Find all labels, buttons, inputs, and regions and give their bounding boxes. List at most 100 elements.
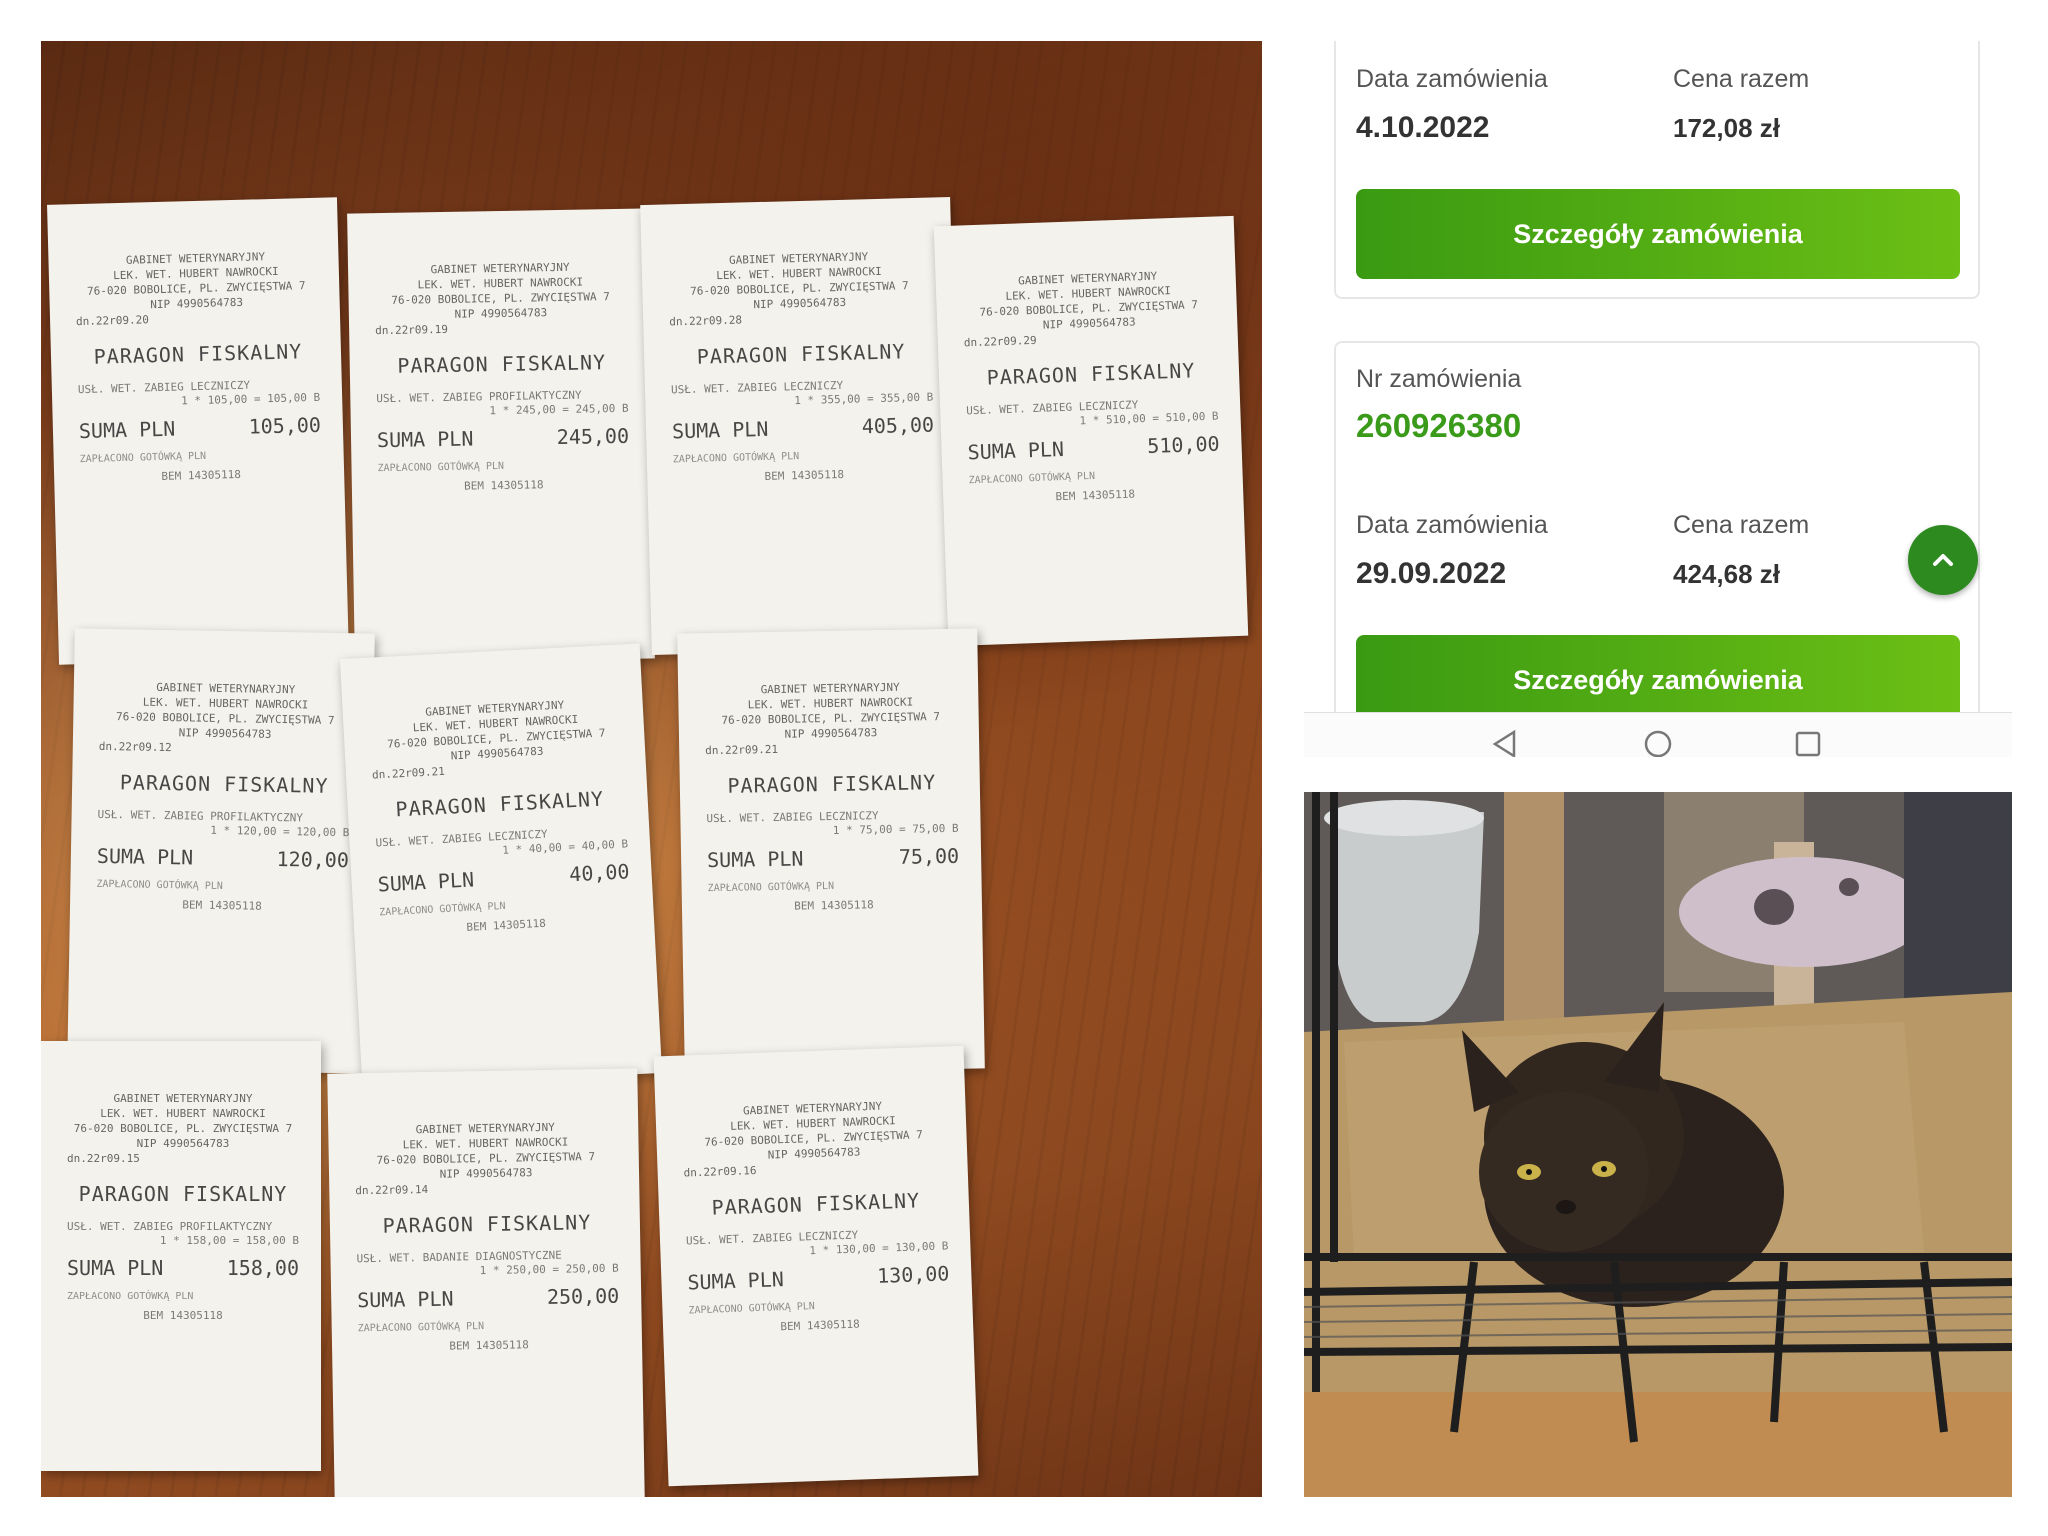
receipts-photo: GABINET WETERYNARYJNY LEK. WET. HUBERT NA…	[41, 41, 1262, 1497]
receipt-lines: USŁ. WET. ZABIEG PROFILAKTYCZNY 1 * 120,0…	[97, 808, 350, 840]
fiscal-receipt: GABINET WETERYNARYJNY LEK. WET. HUBERT NA…	[67, 628, 375, 1074]
fiscal-receipt: GABINET WETERYNARYJNY LEK. WET. HUBERT NA…	[327, 1068, 645, 1497]
fiscal-receipt: GABINET WETERYNARYJNY LEK. WET. HUBERT NA…	[347, 208, 655, 664]
receipt-title: PARAGON FISKALNY	[119, 770, 329, 798]
fiscal-receipt: GABINET WETERYNARYJNY LEK. WET. HUBERT NA…	[677, 628, 985, 1074]
receipt-serial: BEM 14305118	[794, 898, 874, 913]
fiscal-receipt: GABINET WETERYNARYJNY LEK. WET. HUBERT NA…	[653, 1045, 979, 1487]
orders-screen: Data zamówienia 4.10.2022 Cena razem 172…	[1304, 41, 2012, 757]
receipt-sum-label: SUMA PLN	[357, 1286, 454, 1313]
receipt-header: GABINET WETERYNARYJNY LEK. WET. HUBERT NA…	[369, 695, 625, 783]
receipt-paid: ZAPŁACONO GOTÓWKĄ PLN	[96, 878, 223, 893]
receipt-date: dn.22r09.12	[98, 739, 172, 755]
receipt-paid: ZAPŁACONO GOTÓWKĄ PLN	[672, 451, 800, 466]
receipt-sum-value: 75,00	[898, 843, 960, 869]
receipt-vet-name: LEK. WET. HUBERT NAWROCKI	[100, 1107, 266, 1120]
order-number-label: Nr zamówienia	[1356, 365, 1522, 393]
order-date-value: 4.10.2022	[1356, 111, 1490, 144]
receipt-serial: BEM 14305118	[182, 898, 262, 913]
recents-square-icon[interactable]	[1793, 729, 1823, 757]
order-card: Nr zamówienia 260926380 Data zamówienia …	[1334, 341, 1980, 757]
receipt-sum: SUMA PLN 250,00	[357, 1284, 619, 1313]
receipt-sum: SUMA PLN 120,00	[97, 844, 349, 872]
receipt-paid: ZAPŁACONO GOTÓWKĄ PLN	[968, 470, 1096, 487]
receipt-serial: BEM 14305118	[143, 1309, 223, 1322]
order-date-label: Data zamówienia	[1356, 511, 1548, 539]
kitten-photo	[1304, 792, 2012, 1497]
receipt-date: dn.22r09.19	[375, 322, 449, 338]
order-number-value: 260926380	[1356, 407, 1522, 444]
receipt-lines: USŁ. WET. ZABIEG PROFILAKTYCZNY 1 * 158,0…	[67, 1220, 299, 1248]
receipt-calc: 1 * 120,00 = 120,00 B	[210, 823, 350, 840]
receipt-lines: USŁ. WET. ZABIEG LECZNICZY 1 * 355,00 = 3…	[671, 377, 934, 412]
order-price-label: Cena razem	[1673, 65, 1810, 93]
receipt-title: PARAGON FISKALNY	[986, 358, 1196, 390]
receipt-paid: ZAPŁACONO GOTÓWKĄ PLN	[67, 1291, 194, 1302]
receipt-sum: SUMA PLN 40,00	[377, 859, 630, 896]
receipt-sum-value: 130,00	[876, 1261, 950, 1288]
receipt-sum-label: SUMA PLN	[671, 416, 769, 444]
receipt-lines: USŁ. WET. ZABIEG PROFILAKTYCZNY 1 * 245,0…	[376, 388, 628, 420]
receipt-header: GABINET WETERYNARYJNY LEK. WET. HUBERT NA…	[354, 1119, 617, 1199]
order-details-button[interactable]: Szczegóły zamówienia	[1356, 189, 1960, 279]
receipt-address: 76-020 BOBOLICE, PL. ZWYCIĘSTWA 7	[73, 1122, 293, 1135]
back-triangle-icon[interactable]	[1490, 729, 1520, 757]
fiscal-receipt: GABINET WETERYNARYJNY LEK. WET. HUBERT NA…	[47, 197, 349, 665]
receipt-header: GABINET WETERYNARYJNY LEK. WET. HUBERT NA…	[67, 1091, 299, 1166]
receipt-sum: SUMA PLN 75,00	[707, 844, 959, 872]
receipt-paid: ZAPŁACONO GOTÓWKĄ PLN	[79, 450, 207, 466]
receipt-title: PARAGON FISKALNY	[78, 1182, 288, 1206]
receipt-sum-label: SUMA PLN	[78, 416, 176, 444]
receipt-title: PARAGON FISKALNY	[711, 1188, 921, 1220]
receipt-header: GABINET WETERYNARYJNY LEK. WET. HUBERT NA…	[961, 267, 1215, 351]
receipt-lines: USŁ. WET. ZABIEG LECZNICZY 1 * 75,00 = 75…	[706, 808, 958, 840]
receipt-serial: BEM 14305118	[161, 467, 242, 483]
receipt-sum-label: SUMA PLN	[96, 843, 194, 870]
receipt-sum-value: 250,00	[546, 1283, 620, 1309]
receipt-sum-value: 245,00	[556, 423, 630, 450]
receipt-paid: ZAPŁACONO GOTÓWKĄ PLN	[707, 880, 835, 895]
receipt-date: dn.22r09.15	[67, 1152, 140, 1165]
receipt-date: dn.22r09.14	[355, 1182, 429, 1198]
receipt-lines: USŁ. WET. BADANIE DIAGNOSTYCZNE 1 * 250,0…	[356, 1248, 618, 1281]
receipt-paid: ZAPŁACONO GOTÓWKĄ PLN	[377, 460, 505, 475]
receipt-header: GABINET WETERYNARYJNY LEK. WET. HUBERT NA…	[681, 1096, 945, 1180]
order-price-label: Cena razem	[1673, 511, 1810, 539]
fiscal-receipt: GABINET WETERYNARYJNY LEK. WET. HUBERT NA…	[339, 643, 663, 1089]
receipt-sum: SUMA PLN 405,00	[672, 413, 935, 444]
chevron-up-icon	[1933, 554, 1953, 566]
home-circle-icon[interactable]	[1643, 729, 1673, 757]
receipt-sum: SUMA PLN 245,00	[377, 424, 629, 452]
receipt-sum-label: SUMA PLN	[967, 436, 1065, 465]
receipt-calc: 1 * 158,00 = 158,00 B	[159, 1234, 299, 1247]
receipt-lines: USŁ. WET. ZABIEG LECZNICZY 1 * 105,00 = 1…	[78, 377, 321, 411]
receipt-serial: BEM 14305118	[764, 467, 845, 483]
receipt-header: GABINET WETERYNARYJNY LEK. WET. HUBERT NA…	[74, 248, 318, 329]
fiscal-receipt: GABINET WETERYNARYJNY LEK. WET. HUBERT NA…	[41, 1041, 321, 1471]
receipt-sum-value: 510,00	[1146, 431, 1220, 459]
fiscal-receipt: GABINET WETERYNARYJNY LEK. WET. HUBERT NA…	[933, 215, 1249, 647]
receipt-title: PARAGON FISKALNY	[394, 786, 605, 822]
receipt-sum-value: 105,00	[248, 412, 322, 439]
receipt-serial: BEM 14305118	[780, 1317, 861, 1334]
android-nav-bar	[1304, 712, 2012, 757]
order-price-value: 172,08 zł	[1673, 113, 1780, 143]
receipt-sum-label: SUMA PLN	[706, 846, 804, 873]
receipt-header: GABINET WETERYNARYJNY LEK. WET. HUBERT NA…	[704, 679, 957, 758]
order-date-value: 29.09.2022	[1356, 557, 1507, 590]
receipt-paid: ZAPŁACONO GOTÓWKĄ PLN	[688, 1301, 816, 1317]
receipt-sum-label: SUMA PLN	[377, 867, 475, 897]
receipt-clinic-name: GABINET WETERYNARYJNY	[113, 1092, 253, 1105]
receipt-serial: BEM 14305118	[449, 1338, 529, 1353]
receipt-header: GABINET WETERYNARYJNY LEK. WET. HUBERT NA…	[667, 248, 931, 330]
receipt-title: PARAGON FISKALNY	[93, 339, 303, 369]
receipt-title: PARAGON FISKALNY	[382, 1210, 592, 1238]
receipt-sum: SUMA PLN 105,00	[79, 413, 322, 443]
receipt-sum-value: 40,00	[568, 859, 631, 887]
receipt-date: dn.22r09.21	[705, 742, 779, 758]
receipt-item: USŁ. WET. ZABIEG PROFILAKTYCZNY	[67, 1220, 273, 1233]
receipt-sum-label: SUMA PLN	[67, 1256, 164, 1280]
receipt-sum: SUMA PLN 130,00	[687, 1261, 950, 1294]
scroll-to-top-button[interactable]	[1908, 525, 1978, 595]
receipt-sum-label: SUMA PLN	[376, 426, 474, 453]
